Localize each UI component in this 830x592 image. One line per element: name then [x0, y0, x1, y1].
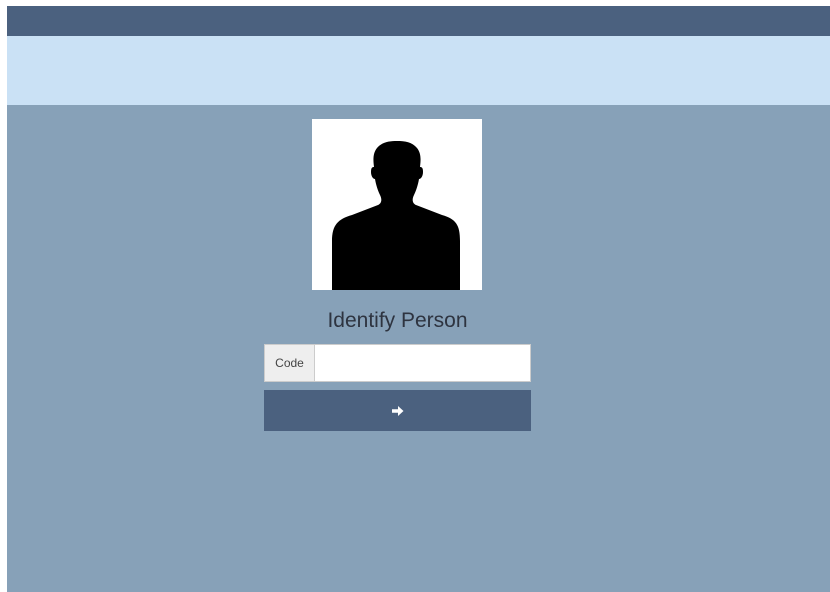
person-silhouette-image	[312, 119, 482, 290]
identify-panel: Identify Person Code	[7, 105, 830, 592]
app-window: Identify Person Code	[7, 6, 830, 592]
page-title: Identify Person	[327, 309, 468, 332]
submit-button[interactable]	[264, 390, 531, 431]
person-silhouette-icon	[332, 141, 460, 290]
code-input-group: Code	[264, 344, 531, 382]
header-banner	[7, 36, 830, 105]
top-navbar	[7, 6, 830, 36]
code-input[interactable]	[314, 344, 531, 382]
arrow-right-icon	[391, 405, 403, 416]
code-label: Code	[264, 344, 314, 382]
